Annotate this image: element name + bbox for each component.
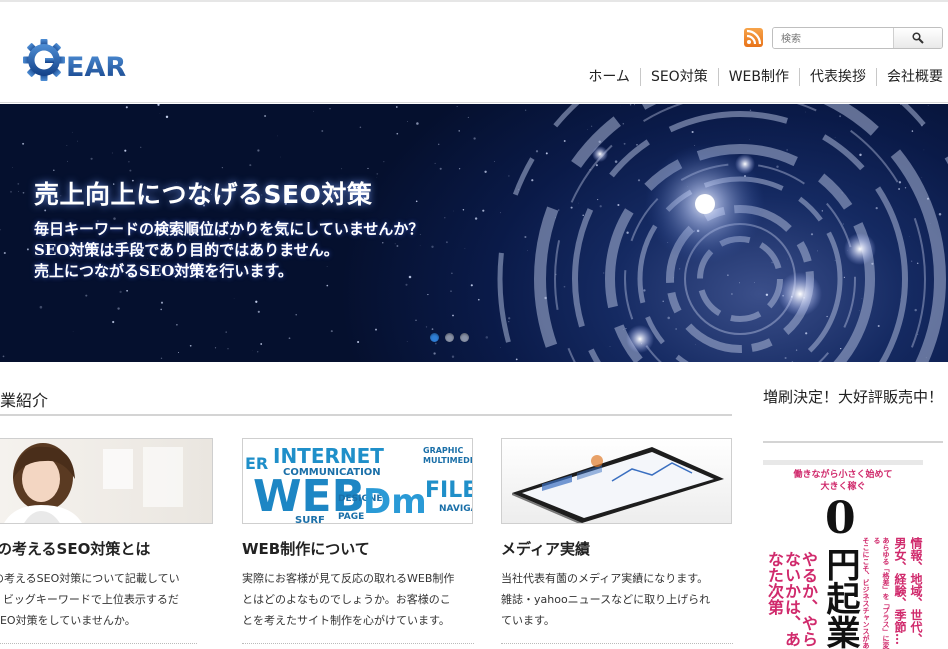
card-line: 当社代表有薗のメディア実績になります。 [501, 572, 709, 585]
book-side-line: そこにこそ、ビジネスチャンスがある [862, 537, 871, 649]
header-divider [0, 102, 948, 103]
nav-home[interactable]: ホーム [578, 68, 640, 86]
gear-logo-icon: EAR [23, 39, 126, 83]
card-title[interactable]: 社の考えるSEO対策とは [0, 538, 214, 559]
hero-slider[interactable]: 売上向上につなげるSEO対策 毎日キーワードの検索順位ばかりを気にしていませんか… [0, 104, 948, 362]
hero-line: 売上につながるSEO対策を行います。 [34, 262, 293, 280]
hero-text: 毎日キーワードの検索順位ばかりを気にしていませんか？ SEO対策は手段であり目的… [34, 219, 423, 282]
book-title: 円起業 [820, 547, 860, 649]
thumb-word: INTERNET [273, 444, 384, 468]
thumb-word: FILE [425, 478, 473, 503]
hero-line: 毎日キーワードの検索順位ばかりを気にしていませんか？ [34, 220, 424, 238]
book-zero: 0 [825, 493, 856, 544]
sidebar-divider [763, 441, 943, 443]
search-input[interactable] [773, 28, 893, 48]
hero-line: SEO対策は手段であり目的ではありません。 [34, 241, 339, 259]
section-divider [0, 414, 732, 416]
thumb-word: NAVIGAT [439, 504, 473, 514]
thumb-word: PAGE [338, 512, 364, 522]
nav-greeting[interactable]: 代表挨拶 [799, 68, 876, 86]
card-line: 雑誌・yahooニュースなどに取り上げられ [501, 593, 711, 606]
top-border [0, 0, 948, 2]
thumb-word: MULTIMEDIA [423, 456, 473, 465]
card-text: 当社代表有薗のメディア実績になります。 雑誌・yahooニュースなどに取り上げら… [501, 568, 733, 631]
search-icon [912, 32, 924, 44]
card-line: 実際にお客様が見て反応の取れるWEB制作 [242, 572, 455, 585]
tablet-image [512, 447, 724, 523]
search-box [772, 27, 943, 49]
book-cover[interactable]: 働きながら小さく始めて 大きく稼ぐ 0 円起業 やるか、やらないかは、あなた次第… [763, 460, 923, 649]
book-side-text: 情報、地域、世代、 男女、経験、季節… あらゆる「格差」を「プラス」に変える そ… [862, 537, 923, 649]
slider-dot[interactable] [460, 333, 469, 342]
card-line: 社の考えるSEO対策について記載してい [0, 572, 180, 585]
thumb-word: SURF [295, 515, 325, 524]
book-side-line: 情報、地域、世代、 [909, 537, 923, 645]
book-tagline-line: 働きながら小さく始めて [793, 470, 893, 480]
book-tagline: 働きながら小さく始めて 大きく稼ぐ [763, 469, 923, 493]
slider-dot[interactable] [445, 333, 454, 342]
thumb-word: ER [245, 454, 268, 473]
card-line: ています。 [501, 614, 555, 627]
card-thumbnail-tablet[interactable] [501, 438, 732, 524]
card-text: 社の考えるSEO対策について記載してい す。ビッグキーワードで上位表示するだ の… [0, 568, 214, 631]
nav-seo[interactable]: SEO対策 [639, 68, 718, 86]
card-thumbnail-woman[interactable] [0, 438, 213, 524]
card-line: とはどのよなものでしょうか。お客様のこ [242, 593, 451, 606]
book-tagline-line: 大きく稼ぐ [820, 482, 866, 492]
svg-text:Dm: Dm [363, 482, 427, 522]
card-seo: 社の考えるSEO対策とは 社の考えるSEO対策について記載してい す。ビッグキー… [0, 438, 214, 644]
card-line: す。ビッグキーワードで上位表示するだ [0, 593, 179, 606]
card-thumbnail-wordcloud[interactable]: INTERNET COMMUNICATION WEB DESIGNER PAGE… [242, 438, 473, 524]
logo-text: EAR [66, 52, 126, 82]
card-divider [242, 643, 474, 644]
global-nav: ホーム SEO対策 WEB制作 代表挨拶 会社概要 [578, 68, 943, 86]
thumb-word: GRAPHIC [423, 446, 463, 455]
card-line: とを考えたサイト制作を心がけています。 [242, 614, 450, 627]
book-side-line: あらゆる「格差」を「プラス」に変える [873, 537, 891, 649]
rss-icon[interactable] [744, 28, 763, 47]
card-media: メディア実績 当社代表有薗のメディア実績になります。 雑誌・yahooニュースな… [501, 438, 733, 644]
woman-photo [4, 443, 183, 523]
slider-dot[interactable] [430, 333, 439, 342]
gear-logo[interactable]: EAR [22, 38, 138, 83]
section-title: 業紹介 [0, 391, 49, 410]
book-red-text: やるか、やらないかは、あなた次第 [765, 551, 818, 647]
hero-title: 売上向上につなげるSEO対策 [34, 180, 373, 209]
card-divider [0, 643, 197, 644]
card-line: のSEO対策をしていませんか。 [0, 614, 136, 627]
nav-web[interactable]: WEB制作 [717, 68, 799, 86]
slider-dots [430, 333, 469, 342]
nav-company[interactable]: 会社概要 [876, 68, 943, 86]
search-button[interactable] [893, 28, 942, 48]
card-text: 実際にお客様が見て反応の取れるWEB制作 とはどのよなものでしょうか。お客様のこ… [242, 568, 474, 631]
card-title[interactable]: WEB制作について [242, 538, 474, 559]
book-side-line: 男女、経験、季節… [893, 537, 907, 645]
card-divider [501, 643, 733, 644]
wordcloud-image: INTERNET COMMUNICATION WEB DESIGNER PAGE… [245, 444, 473, 524]
card-title[interactable]: メディア実績 [501, 538, 733, 559]
card-web: INTERNET COMMUNICATION WEB DESIGNER PAGE… [242, 438, 474, 644]
sidebar-title: 増刷決定！大好評販売中！ [763, 388, 944, 406]
